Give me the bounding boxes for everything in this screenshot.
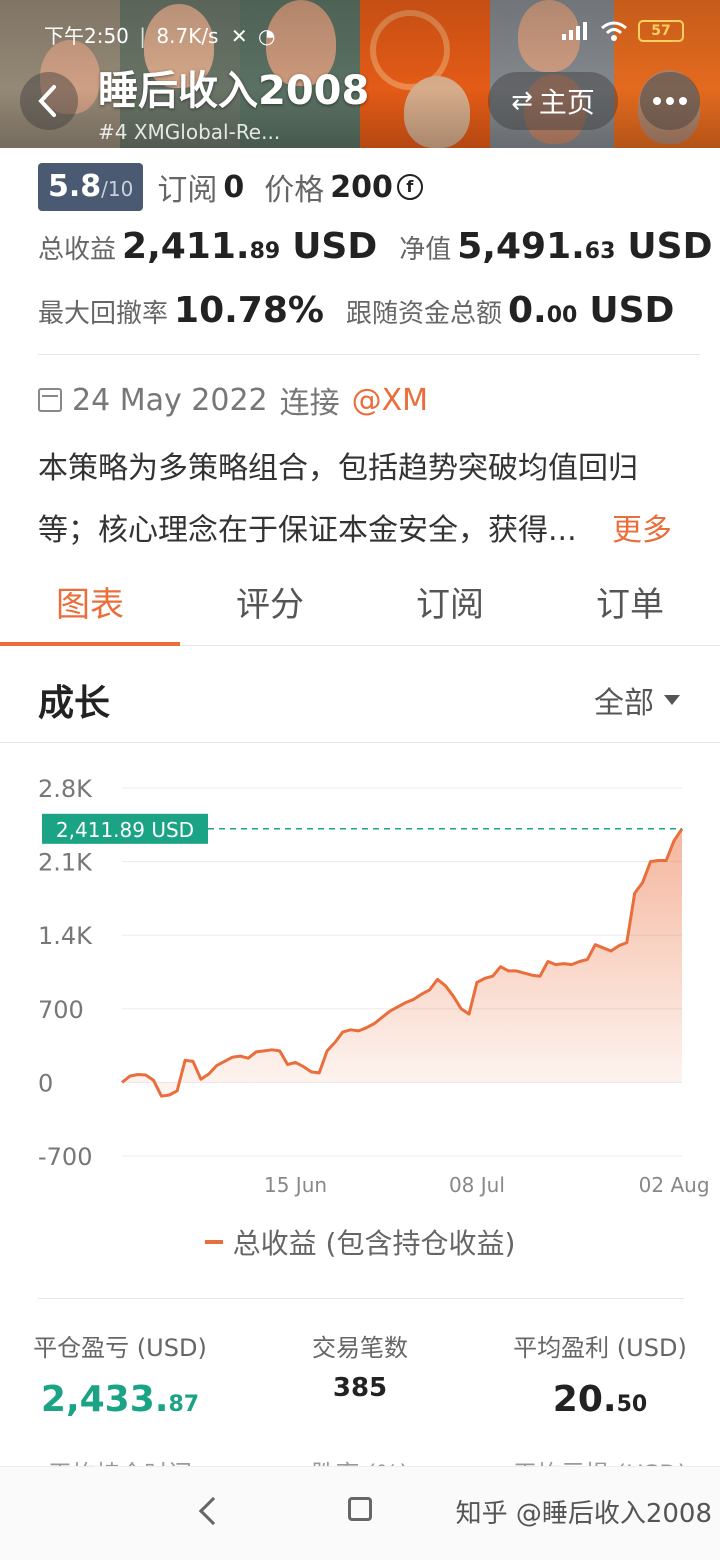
battery-indicator: 57: [638, 20, 684, 42]
drawdown-value: 10.78%: [174, 290, 324, 331]
stats-row: 平仓盈亏 (USD) 2,433.87 交易笔数 385 平均盈利 (USD) …: [0, 1328, 720, 1420]
y-tick-label: 700: [38, 996, 84, 1024]
avg-loss-label: 平均亏损 (USD): [480, 1448, 720, 1468]
y-tick-label: 0: [38, 1069, 53, 1097]
more-options-button[interactable]: [640, 72, 700, 130]
current-value-label: 2,411.89 USD: [56, 818, 194, 842]
signal-icon: [562, 22, 587, 40]
nav-home-icon[interactable]: [348, 1497, 372, 1521]
avg-hold-time-label: 平均持仓时间: [0, 1448, 240, 1468]
tab-orders[interactable]: 订单: [540, 566, 720, 645]
more-link[interactable]: 更多: [612, 500, 672, 562]
series-area: [122, 828, 682, 1097]
legend-swatch: [204, 1240, 223, 1244]
growth-title: 成长: [38, 683, 111, 724]
divider: [38, 354, 700, 355]
chevron-left-icon: [38, 85, 56, 117]
wifi-icon: [601, 21, 627, 41]
connect-info: 24 May 2022 连接 @XM: [38, 378, 428, 422]
mute-icon: ✕: [230, 24, 248, 48]
calendar-icon: [38, 388, 62, 412]
back-button[interactable]: [20, 72, 78, 130]
subscribe-count: 0: [223, 169, 245, 205]
y-tick-label: -700: [38, 1143, 92, 1171]
legend-label: 总收益 (包含持仓收益): [232, 1227, 516, 1260]
price-value: 200: [330, 169, 393, 205]
total-profit-value: 2,411.: [122, 226, 250, 267]
x-tick-label: 15 Jun: [264, 1173, 327, 1197]
tab-bar: 图表 评分 订阅 订单: [0, 566, 720, 646]
growth-chart: 2.8K 2.1K 1.4K 700 0 -700 15 Jun 08 Jul 02 Aug 2,…: [38, 775, 710, 1197]
divider: [0, 742, 720, 743]
avg-profit-stat: 平均盈利 (USD) 20.50: [513, 1334, 687, 1420]
drawdown-label: 最大回撤率: [38, 299, 169, 329]
x-tick-label: 08 Jul: [449, 1173, 505, 1197]
nav-back-icon[interactable]: [198, 1496, 228, 1526]
alarm-icon: ◔: [257, 24, 276, 48]
watermark: 知乎 @睡后收入2008: [455, 1499, 712, 1529]
chart-legend: 总收益 (包含持仓收益): [0, 1222, 720, 1262]
range-dropdown[interactable]: 全部: [594, 678, 680, 722]
score-badge: 5.8 /10: [38, 163, 144, 211]
profit-row: 总收益 2,411. 89 USD 净值 5,491. 63 USD: [38, 226, 713, 267]
tab-chart[interactable]: 图表: [0, 566, 180, 646]
price-label: 价格: [264, 173, 325, 208]
caret-down-icon: [664, 695, 680, 705]
network-speed: 8.7K/s: [156, 24, 219, 48]
status-bar: 下午2:50 | 8.7K/s ✕ ◔ 57: [0, 14, 720, 54]
dot-icon: [679, 97, 687, 105]
swap-icon: ⇄: [511, 86, 533, 116]
trade-count-stat: 交易笔数 385: [312, 1334, 408, 1403]
y-tick-label: 2.8K: [38, 775, 93, 803]
page-subtitle: #4 XMGlobal-Re...: [98, 120, 281, 144]
connect-label: 连接: [279, 386, 340, 421]
strategy-description: 本策略为多策略组合，包括趋势突破均值回归 等；核心理念在于保证本金安全，获得..…: [38, 438, 688, 562]
dot-icon: [666, 97, 674, 105]
follow-funds-label: 跟随资金总额: [345, 299, 502, 329]
page-title: 睡后收入2008: [98, 68, 370, 114]
header-banner: 下午2:50 | 8.7K/s ✕ ◔ 57 睡后收入2008 #4 XMGlo…: [0, 0, 720, 148]
total-profit-label: 总收益: [38, 235, 117, 265]
equity-value: 5,491.: [457, 226, 585, 267]
y-tick-label: 2.1K: [38, 849, 93, 877]
start-date: 24 May 2022: [72, 382, 268, 418]
divider: [38, 1298, 684, 1299]
home-button[interactable]: ⇄ 主页: [488, 72, 618, 130]
tab-rating[interactable]: 评分: [180, 566, 360, 645]
coin-icon: f: [396, 174, 423, 200]
system-nav-bar: 知乎 @睡后收入2008: [0, 1466, 720, 1560]
stats-row-2: 平均持仓时间 胜率 (%) 平均亏损 (USD): [0, 1448, 720, 1468]
dot-icon: [653, 97, 661, 105]
x-tick-label: 02 Aug: [639, 1173, 710, 1197]
tab-subscribe[interactable]: 订阅: [360, 566, 540, 645]
broker-link[interactable]: @XM: [352, 383, 428, 418]
win-rate-label: 胜率 (%): [240, 1448, 480, 1468]
y-tick-label: 1.4K: [38, 922, 93, 950]
follow-funds-value: 0.: [507, 290, 547, 331]
subscribe-label: 订阅: [157, 173, 218, 208]
closed-pnl-stat: 平仓盈亏 (USD) 2,433.87: [33, 1334, 207, 1420]
drawdown-row: 最大回撤率 10.78% 跟随资金总额 0. 00 USD: [38, 290, 675, 331]
status-time: 下午2:50 | 8.7K/s ✕ ◔: [44, 24, 276, 48]
summary-row: 5.8 /10 订阅 0 价格 200 f: [38, 162, 423, 212]
equity-label: 净值: [399, 235, 452, 265]
